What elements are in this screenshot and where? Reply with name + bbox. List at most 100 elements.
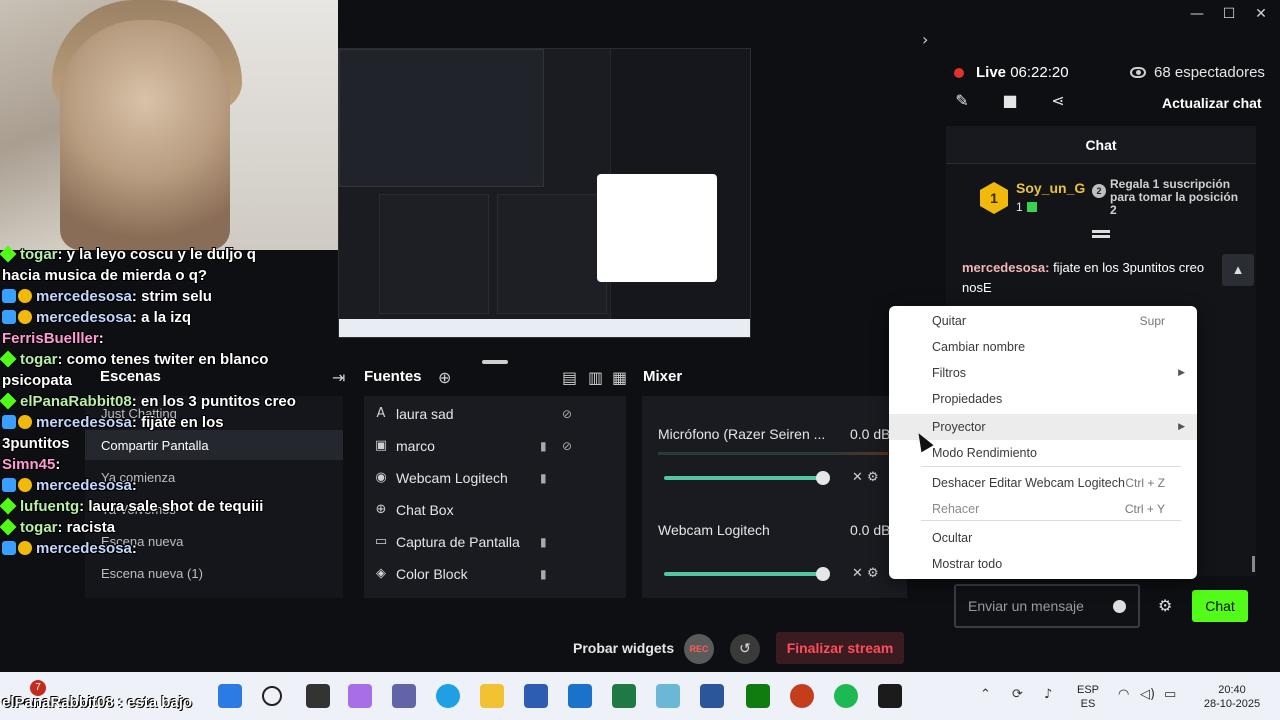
context-menu-item[interactable]: Modo Rendimiento	[889, 440, 1197, 466]
copilot-icon[interactable]	[348, 684, 372, 708]
battery-icon[interactable]: ▭	[1164, 687, 1176, 702]
microphone-icon[interactable]: ♪	[1044, 687, 1052, 702]
clock-time: 20:40	[1218, 684, 1246, 696]
xbox-icon[interactable]	[746, 684, 770, 708]
gear-icon[interactable]: ⚙	[1158, 596, 1178, 616]
source-item[interactable]: ◉ Webcam Logitech ▮	[374, 462, 614, 494]
context-menu-item[interactable]: Proyector ▶	[889, 414, 1197, 440]
task-view-icon[interactable]	[306, 684, 330, 708]
mixer-slider-knob[interactable]	[816, 567, 830, 581]
sub-count: 1	[1016, 200, 1037, 214]
edge-icon[interactable]	[436, 684, 460, 708]
excel-icon[interactable]	[612, 684, 636, 708]
overlay-chat-user: mercedesosa	[36, 540, 132, 557]
minimize-button[interactable]: —	[1188, 5, 1206, 23]
mixer-title: Mixer	[643, 368, 683, 385]
context-menu-label: Ocultar	[932, 531, 973, 545]
expand-chevron-icon[interactable]	[1092, 230, 1110, 244]
eye-slash-icon[interactable]: ⊘	[562, 407, 572, 421]
pin-icon[interactable]: ▲	[1222, 254, 1254, 286]
replay-icon[interactable]: ↺	[730, 634, 760, 664]
scene-item[interactable]: Escena nueva (1)	[101, 566, 203, 581]
wifi-icon[interactable]: ◠	[1118, 687, 1129, 702]
source-item[interactable]: ⊕ Chat Box	[374, 494, 614, 526]
stream-preview[interactable]	[338, 48, 751, 338]
live-indicator-icon	[954, 68, 964, 78]
chevron-right-icon[interactable]: ›	[922, 30, 928, 49]
chat-scrollbar[interactable]	[1252, 556, 1255, 572]
mixer-volume-slider[interactable]	[664, 476, 824, 480]
test-widgets-button[interactable]: Probar widgets	[573, 640, 674, 656]
chat-message-input[interactable]: Enviar un mensaje	[954, 584, 1140, 628]
sub-count-value: 1	[1016, 200, 1023, 214]
source-item[interactable]: ▭ Captura de Pantalla ▮	[374, 526, 614, 558]
collapse-panel-icon[interactable]: ⇥	[332, 368, 345, 387]
camera-icon[interactable]: ■	[1000, 90, 1020, 110]
context-menu-item[interactable]: Propiedades	[889, 386, 1197, 412]
lock-icon[interactable]: ▮	[540, 535, 547, 549]
lock-icon[interactable]: ▮	[540, 439, 547, 453]
context-menu-item[interactable]: Ocultar	[889, 525, 1197, 551]
diamond-icon	[0, 245, 17, 263]
folder-icon[interactable]: ▦	[612, 368, 627, 387]
lock-icon[interactable]: ▮	[540, 471, 547, 485]
badge-icon	[2, 478, 16, 492]
overlay-chat-user: togar	[20, 351, 58, 368]
layout-icon[interactable]: ▤	[562, 368, 577, 387]
eye-slash-icon[interactable]: ⊘	[562, 439, 572, 453]
share-icon[interactable]: ⋖	[1048, 90, 1068, 110]
file-explorer-icon[interactable]	[480, 684, 504, 708]
overlay-chat-text: : como tenes twiter en blanco	[57, 351, 269, 368]
sources-title: Fuentes	[364, 368, 422, 385]
source-item[interactable]: ▣ marco ▮ ⊘	[374, 430, 614, 462]
overlay-chat-line: togar: como tenes twiter en blanco	[0, 349, 332, 370]
speaker-icon[interactable]: ✕ ⚙	[852, 566, 879, 581]
windows-start-icon[interactable]	[218, 684, 242, 708]
word-icon[interactable]	[700, 684, 724, 708]
chevron-up-icon[interactable]: ⌃	[980, 687, 991, 702]
clock[interactable]: 20:40 28-10-2025	[1196, 683, 1268, 711]
lock-icon[interactable]: ▮	[540, 567, 547, 581]
context-menu-item[interactable]: Rehacer Ctrl + Y	[889, 496, 1197, 522]
source-name: laura sad	[396, 406, 454, 422]
sub-user[interactable]: Soy_un_G	[1016, 180, 1085, 196]
gift-icon	[1026, 202, 1037, 212]
context-menu-item[interactable]: Cambiar nombre	[889, 334, 1197, 360]
mail-icon[interactable]	[568, 684, 592, 708]
add-source-icon[interactable]: ⊕	[438, 368, 451, 387]
source-item[interactable]: Alaura sad ⊘	[374, 398, 614, 430]
mixer-slider-knob[interactable]	[816, 471, 830, 485]
teams-icon[interactable]	[392, 684, 416, 708]
context-menu-shortcut: Ctrl + Z	[1125, 476, 1165, 490]
chat-send-button[interactable]: Chat	[1192, 590, 1248, 622]
close-button[interactable]: ✕	[1252, 5, 1270, 23]
spotify-icon[interactable]	[834, 684, 858, 708]
audio-icon[interactable]: ▥	[588, 368, 603, 387]
update-chat-button[interactable]: Actualizar chat	[1162, 95, 1262, 111]
context-menu-item[interactable]: Quitar Supr	[889, 308, 1197, 334]
layout-code: ES	[1080, 698, 1096, 710]
context-menu-item[interactable]: Filtros ▶	[889, 360, 1197, 386]
pinned-user[interactable]: mercedesosa:	[962, 260, 1049, 275]
volume-icon[interactable]: ◁)	[1140, 687, 1155, 702]
source-item[interactable]: ◈ Color Block ▮	[374, 558, 614, 590]
submenu-arrow-icon: ▶	[1178, 422, 1185, 432]
pencil-icon[interactable]: ✎	[952, 90, 972, 110]
sync-icon[interactable]: ⟳	[1012, 687, 1023, 702]
context-menu-item[interactable]: Mostrar todo	[889, 551, 1197, 577]
end-stream-button[interactable]: Finalizar stream	[776, 632, 904, 664]
overlay-chat-line: hacia musica de mierda o q?	[2, 265, 332, 286]
context-menu-item[interactable]: Deshacer Editar Webcam Logitech Ctrl + Z	[889, 470, 1197, 496]
streaming-app-icon[interactable]	[878, 684, 902, 708]
rec-button[interactable]: REC	[684, 634, 714, 664]
photos-icon[interactable]	[656, 684, 680, 708]
store-icon[interactable]	[524, 684, 548, 708]
emoji-icon[interactable]	[1113, 599, 1126, 613]
input-language[interactable]: ESP ES	[1074, 683, 1102, 711]
mixer-volume-slider[interactable]	[664, 572, 824, 576]
powerpoint-icon[interactable]	[790, 684, 814, 708]
search-icon[interactable]	[262, 686, 282, 706]
speaker-icon[interactable]: ✕ ⚙	[852, 470, 879, 485]
dock-drag-handle[interactable]	[482, 360, 508, 364]
maximize-button[interactable]: ☐	[1220, 5, 1238, 23]
